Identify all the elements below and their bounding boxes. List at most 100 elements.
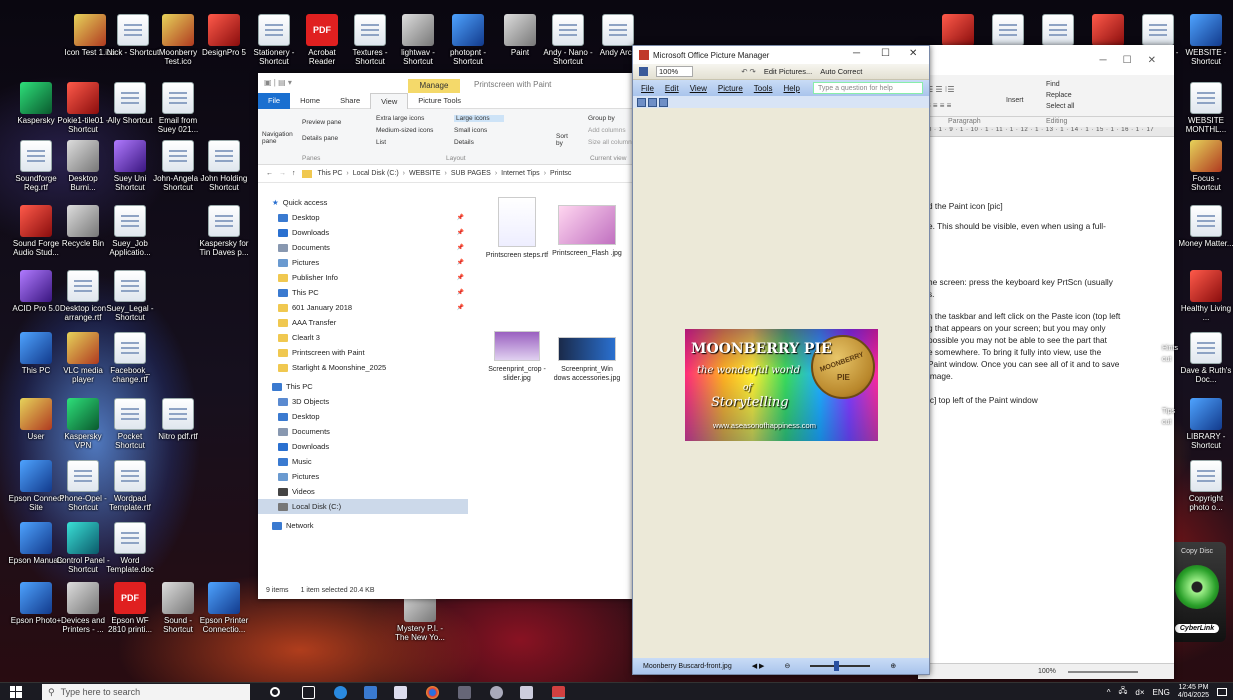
desktop-icon[interactable]: LIBRARY - Shortcut	[1178, 398, 1233, 450]
minimize-icon[interactable]: ─	[1100, 55, 1107, 66]
this-pc-header[interactable]: This PC	[258, 379, 468, 394]
zoom-select[interactable]: 100%	[656, 66, 694, 77]
pin-icon[interactable]: 📌	[457, 274, 464, 281]
task-view-icon[interactable]	[302, 686, 315, 699]
minimize-icon[interactable]: ─	[853, 48, 860, 59]
windows-start-icon[interactable]	[10, 686, 22, 698]
ribbon-tab-share[interactable]: Share	[330, 96, 370, 105]
chrome-icon[interactable]	[426, 686, 439, 699]
quick-access-item[interactable]: Printscreen with Paint	[258, 345, 468, 360]
quick-access-item[interactable]: Publisher Info 📌	[258, 270, 468, 285]
desktop-icon[interactable]: Epson Printer Connectio...	[196, 582, 252, 634]
shopping-bag-icon[interactable]	[394, 686, 407, 699]
forward-arrow-icon[interactable]: →	[279, 170, 286, 177]
desktop-icon[interactable]: Dave & Ruth's Doc...	[1178, 332, 1233, 384]
auto-correct-button[interactable]: Auto Correct	[820, 67, 862, 76]
this-pc-item[interactable]: Pictures	[258, 469, 468, 484]
quick-access-item[interactable]: Documents 📌	[258, 240, 468, 255]
desktop-icon[interactable]: lightwav - Shortcut	[390, 14, 446, 66]
desktop-icon[interactable]: Money Matter...	[1178, 205, 1233, 248]
up-arrow-icon[interactable]: ↑	[292, 170, 296, 177]
close-icon[interactable]: ✕	[909, 48, 917, 59]
find-button[interactable]: Find	[1046, 81, 1060, 88]
edit-pictures-button[interactable]: Edit Pictures...	[764, 67, 812, 76]
quick-access-item[interactable]: 601 January 2018 📌	[258, 300, 468, 315]
breadcrumb-item[interactable]: SUB PAGES	[451, 170, 491, 177]
group-by-button[interactable]: Group by	[588, 115, 615, 122]
ribbon-tab-file[interactable]: File	[258, 92, 291, 109]
navigation-pane[interactable]: ★ Quick access Desktop 📌 Downloads 📌 Documents…	[258, 185, 468, 581]
quick-access-item[interactable]: Clearlt 3	[258, 330, 468, 345]
word-document[interactable]: d the Paint icon [pic] e. This should be …	[918, 137, 1174, 663]
maximize-icon[interactable]: ☐	[881, 48, 890, 59]
replace-button[interactable]: Replace	[1046, 92, 1072, 99]
details-pane-button[interactable]: Details pane	[302, 135, 338, 142]
media-icon[interactable]	[490, 686, 503, 699]
bullets-icon[interactable]: ☰ ☰ ⁝☰	[926, 85, 955, 94]
desktop-icon[interactable]: Focus - Shortcut	[1178, 140, 1233, 192]
file-item[interactable]: Screenprint_crop -slider.jpg	[482, 313, 552, 383]
menu-picture[interactable]: Picture	[718, 84, 743, 93]
menu-edit[interactable]: Edit	[665, 84, 679, 93]
quick-access-item[interactable]: This PC 📌	[258, 285, 468, 300]
this-pc-item[interactable]: Documents	[258, 424, 468, 439]
desktop-icon[interactable]: Kaspersky for Tin Daves p...	[196, 205, 252, 257]
sort-by-button[interactable]: Sort by	[556, 133, 576, 147]
navigation-pane-button[interactable]: Navigation pane	[262, 131, 298, 145]
taskbar-search-box[interactable]: ⚲ Type here to search	[42, 684, 250, 700]
menu-help[interactable]: Help	[783, 84, 799, 93]
file-item[interactable]: Screenprint_Win dows accessories.jpg	[552, 313, 622, 383]
pin-icon[interactable]: 📌	[457, 289, 464, 296]
thumbnail-view-icon[interactable]	[637, 97, 646, 107]
network-icon[interactable]: 🖧	[1118, 685, 1127, 699]
ribbon-tab-home[interactable]: Home	[290, 96, 330, 105]
menu-tools[interactable]: Tools	[754, 84, 773, 93]
desktop-icon[interactable]: Email from Suey 021...	[150, 82, 206, 134]
zoom-in-icon[interactable]: ⊕	[890, 662, 896, 670]
maximize-icon[interactable]: ☐	[1123, 55, 1132, 66]
pin-icon[interactable]: 📌	[457, 259, 464, 266]
breadcrumb[interactable]: This PC › Local Disk (C:) › WEBSITE › SUB PAGE…	[318, 170, 572, 177]
size-all-columns-button[interactable]: Size all columns	[588, 139, 635, 146]
volume-icon[interactable]: d×	[1135, 688, 1144, 697]
quick-access-item[interactable]: AAA Transfer	[258, 315, 468, 330]
desktop-icon[interactable]: Word Template.doc	[102, 522, 158, 574]
desktop-icon[interactable]: John Holding Shortcut	[196, 140, 252, 192]
desktop-icon[interactable]: photopnt - Shortcut	[440, 14, 496, 66]
help-search-input[interactable]: Type a question for help	[813, 82, 923, 94]
pin-icon[interactable]: 📌	[457, 229, 464, 236]
ribbon-tab-view[interactable]: View	[370, 92, 409, 109]
this-pc-item[interactable]: Local Disk (C:)	[258, 499, 468, 514]
prev-next-icons[interactable]: ◀ ▶	[752, 662, 765, 670]
back-arrow-icon[interactable]: ←	[266, 170, 273, 177]
desktop-icon[interactable]: WEBSITE - Shortcut	[1178, 14, 1233, 66]
notifications-icon[interactable]	[1217, 688, 1227, 696]
tray-chevron-icon[interactable]: ^	[1107, 688, 1111, 697]
zoom-slider[interactable]	[1068, 671, 1138, 673]
filmstrip-view-icon[interactable]	[648, 97, 657, 107]
select-all-button[interactable]: Select all	[1046, 103, 1074, 110]
paint-icon[interactable]	[520, 686, 533, 699]
file-list[interactable]: Printscreen steps.rtf Printscreen_Flash .…	[478, 185, 638, 581]
quick-access-item[interactable]: Downloads 📌	[258, 225, 468, 240]
menu-view[interactable]: View	[690, 84, 707, 93]
add-columns-button[interactable]: Add columns	[588, 127, 626, 134]
desktop-icon[interactable]: Suey_Job Applicatio...	[102, 205, 158, 257]
extra-large-icons-option[interactable]: Extra large icons	[376, 115, 424, 122]
this-pc-item[interactable]: Desktop	[258, 409, 468, 424]
word-window[interactable]: ─ ☐ ✕ ☰ ☰ ⁝☰ ≡ ≡ ≡ ≡ Insert Find Replace…	[918, 45, 1174, 679]
language-indicator[interactable]: ENG	[1153, 688, 1170, 697]
file-item[interactable]: Printscreen_Flash .jpg	[552, 197, 622, 258]
this-pc-item[interactable]: Music	[258, 454, 468, 469]
store-icon[interactable]	[364, 686, 377, 699]
breadcrumb-item[interactable]: Local Disk (C:)	[353, 170, 399, 177]
zoom-slider[interactable]	[810, 661, 871, 671]
desktop-icon[interactable]: Nitro pdf.rtf	[150, 398, 206, 441]
pin-icon[interactable]: 📌	[457, 214, 464, 221]
this-pc-item[interactable]: 3D Objects	[258, 394, 468, 409]
qat-icons[interactable]: ▣ | ▤ ▾	[264, 78, 292, 87]
insert-button[interactable]: Insert	[1006, 97, 1024, 104]
desktop-icon[interactable]: Suey_Legal - Shortcut	[102, 270, 158, 322]
desktop-icon[interactable]: Wordpad Template.rtf	[102, 460, 158, 512]
quick-access-header[interactable]: ★ Quick access	[258, 195, 468, 210]
